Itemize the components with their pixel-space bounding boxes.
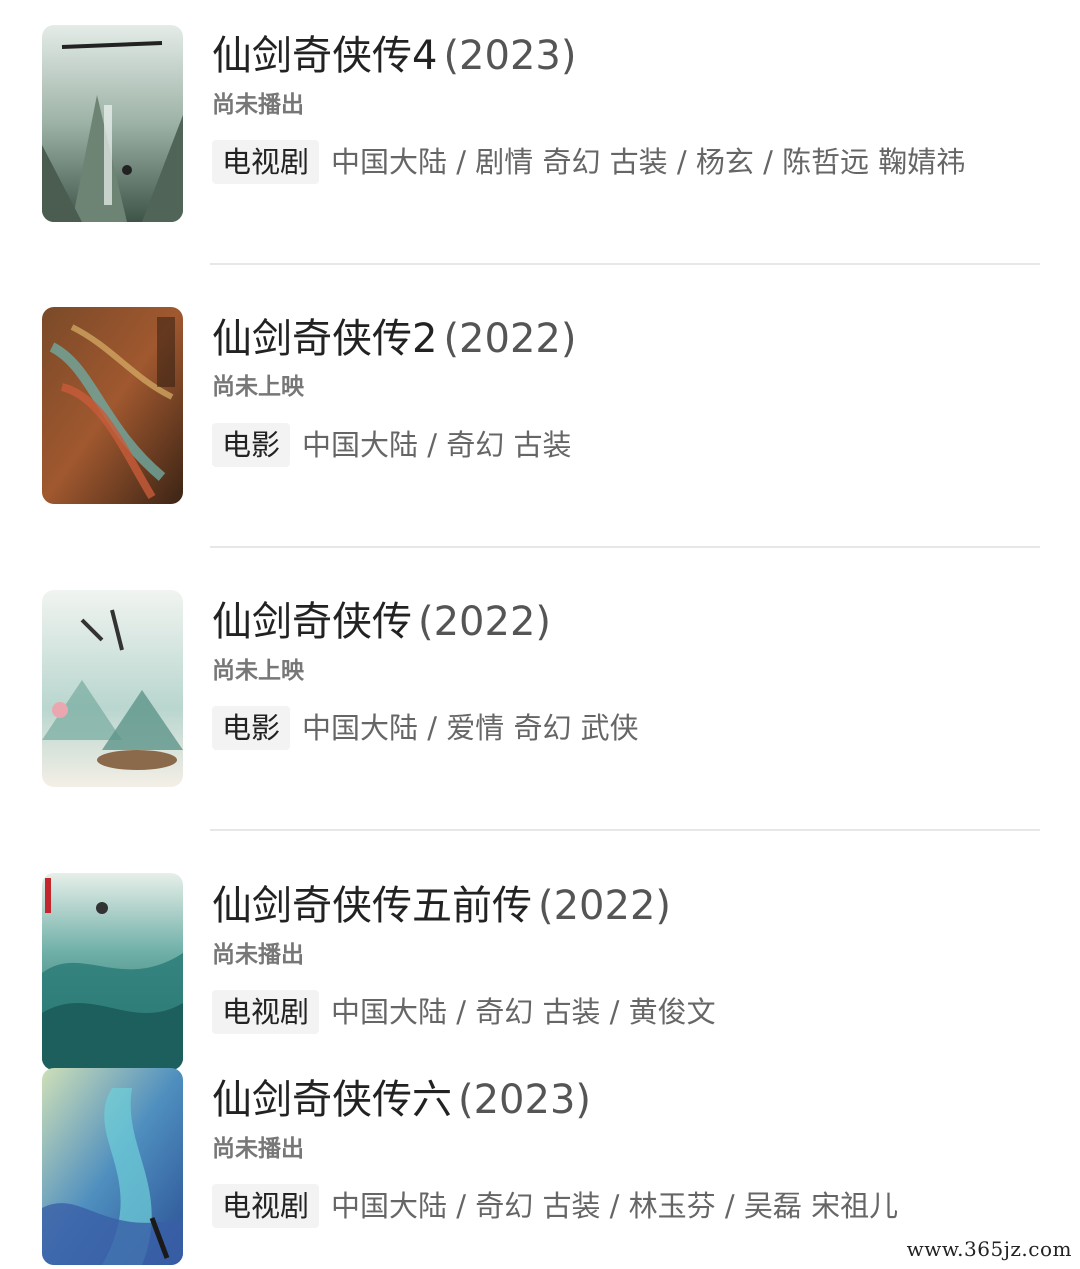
meta-info: 中国大陆 / 奇幻 古装 / 黄俊文 — [331, 995, 716, 1029]
watermark: www.365jz.com — [906, 1237, 1072, 1261]
title[interactable]: 仙剑奇侠传 — [212, 599, 412, 645]
poster-image[interactable] — [42, 873, 183, 1070]
type-tag: 电视剧 — [212, 1184, 320, 1228]
title[interactable]: 仙剑奇侠传五前传 — [212, 883, 532, 929]
divider — [210, 829, 1040, 831]
type-tag: 电视剧 — [212, 140, 320, 184]
year: (2023) — [443, 33, 577, 79]
meta-info: 中国大陆 / 爱情 奇幻 武侠 — [302, 711, 639, 745]
status-label: 尚未播出 — [212, 942, 304, 968]
title[interactable]: 仙剑奇侠传六 — [212, 1077, 452, 1123]
divider — [210, 546, 1040, 548]
year: (2022) — [443, 316, 577, 362]
meta-info: 中国大陆 / 奇幻 古装 / 林玉芬 / 吴磊 宋祖儿 — [331, 1189, 899, 1223]
title[interactable]: 仙剑奇侠传2 — [212, 316, 437, 362]
divider — [210, 263, 1040, 265]
year: (2023) — [458, 1077, 592, 1123]
status-label: 尚未上映 — [212, 658, 304, 684]
year: (2022) — [538, 883, 672, 929]
meta-info: 中国大陆 / 奇幻 古装 — [302, 428, 572, 462]
status-label: 尚未播出 — [212, 1136, 304, 1162]
poster-image[interactable] — [42, 307, 183, 504]
title[interactable]: 仙剑奇侠传4 — [212, 33, 437, 79]
poster-image[interactable] — [42, 590, 183, 787]
type-tag: 电视剧 — [212, 990, 320, 1034]
status-label: 尚未上映 — [212, 374, 304, 400]
type-tag: 电影 — [212, 423, 291, 467]
poster-image[interactable] — [42, 25, 183, 222]
meta-info: 中国大陆 / 剧情 奇幻 古装 / 杨玄 / 陈哲远 鞠婧祎 — [331, 145, 966, 179]
poster-image[interactable] — [42, 1068, 183, 1265]
status-label: 尚未播出 — [212, 92, 304, 118]
year: (2022) — [418, 599, 552, 645]
type-tag: 电影 — [212, 706, 291, 750]
